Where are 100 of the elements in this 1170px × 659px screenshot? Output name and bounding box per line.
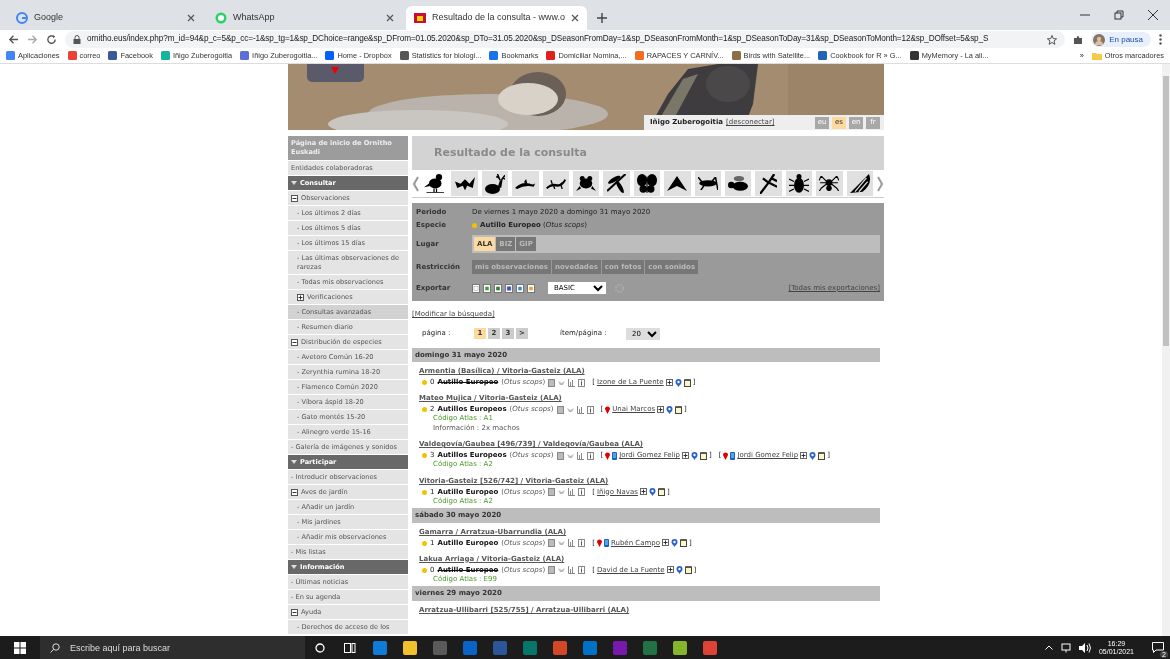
chart-icon[interactable] — [568, 539, 576, 547]
scrollbar-thumb[interactable] — [1163, 76, 1169, 346]
app-icon[interactable] — [403, 640, 417, 655]
page-title: Resultado de la consulta — [412, 136, 884, 170]
chevron-left-icon[interactable] — [412, 175, 420, 192]
notebook-icon[interactable] — [683, 378, 691, 387]
taxon-tab[interactable] — [754, 170, 783, 197]
chevron-right-icon[interactable] — [876, 175, 885, 192]
info-icon[interactable] — [578, 566, 586, 574]
document-icon[interactable] — [548, 566, 556, 574]
chart-icon[interactable] — [576, 405, 584, 414]
scrollbar[interactable] — [1162, 64, 1170, 636]
taxon-tab[interactable] — [663, 170, 692, 197]
info-icon[interactable] — [586, 405, 594, 414]
taxon-tab[interactable] — [845, 170, 875, 197]
star-icon[interactable] — [1047, 34, 1058, 45]
map-pin-icon[interactable] — [690, 451, 698, 460]
taxon-tab[interactable] — [632, 170, 662, 197]
notebook-icon[interactable] — [699, 451, 707, 460]
close-icon[interactable] — [386, 14, 394, 22]
notebook-icon[interactable] — [684, 566, 692, 574]
info-icon[interactable] — [578, 378, 586, 387]
document-icon[interactable] — [527, 283, 535, 293]
dolphin-icon — [515, 178, 536, 189]
address-bar[interactable]: ornitho.eus/index.php?m_id=94&p_c=5&p_cc=-1&sp_tg=1&sp_DChoice=range&sp_DFrom=01.05.2020&sp_DTo=31.05.2020&sp_DSeasonFromDay=1&sp_DSeasonFromMonth=1&sp_DSeasonToDay=31&sp_DSeasonToMonth=12&sp_DOffset=5&sp_S — [65, 31, 1066, 48]
info-icon[interactable] — [578, 488, 586, 496]
spider-icon — [819, 175, 840, 192]
plus-icon[interactable] — [639, 488, 647, 496]
taxon-tab[interactable] — [572, 170, 601, 197]
taxon-tab[interactable] — [541, 170, 571, 197]
collapse-icon[interactable] — [291, 195, 298, 202]
chart-icon[interactable] — [576, 451, 584, 460]
windows-icon[interactable] — [14, 641, 26, 654]
volume-icon[interactable] — [1078, 642, 1091, 653]
site-icon — [414, 12, 426, 24]
expand-icon[interactable] — [297, 294, 304, 301]
plus-icon[interactable] — [666, 566, 674, 574]
plus-icon[interactable] — [800, 451, 808, 460]
plus-icon[interactable] — [662, 539, 670, 547]
notebook-icon[interactable] — [680, 539, 688, 547]
browser-tab[interactable]: WhatsApp — [207, 6, 402, 30]
document-icon[interactable] — [548, 488, 556, 496]
task-view-icon[interactable] — [344, 642, 356, 653]
taxon-tab[interactable] — [693, 170, 723, 197]
caret-up-icon[interactable] — [1044, 645, 1053, 650]
close-icon[interactable] — [571, 14, 580, 22]
info-icon[interactable] — [586, 451, 594, 460]
chart-icon[interactable] — [568, 378, 576, 387]
browser-tab[interactable]: Resultado de la consulta - www.o — [406, 6, 588, 30]
plus-icon[interactable] — [665, 378, 673, 387]
document-icon[interactable] — [556, 451, 564, 460]
chart-icon[interactable] — [568, 488, 576, 496]
taxon-tab[interactable] — [450, 170, 479, 197]
search-bar[interactable]: Escribe aquí para buscar — [40, 636, 305, 659]
new-tab-icon[interactable] — [597, 13, 608, 23]
info-icon[interactable] — [578, 539, 586, 547]
restore-icon[interactable] — [1114, 10, 1124, 20]
notifications-icon[interactable] — [1152, 641, 1164, 653]
spreadsheet-icon[interactable] — [494, 283, 502, 293]
profile-button[interactable]: En pausa — [1091, 32, 1151, 47]
notebook-icon[interactable] — [818, 451, 826, 460]
taxon-tab[interactable] — [815, 170, 844, 197]
map-pin-icon[interactable] — [671, 539, 679, 547]
map-pin-icon[interactable] — [666, 405, 674, 414]
document-icon[interactable] — [472, 283, 480, 293]
taxon-tab[interactable] — [480, 170, 510, 197]
chart-icon[interactable] — [516, 283, 524, 293]
document-icon[interactable] — [548, 378, 556, 387]
close-icon[interactable] — [1148, 10, 1158, 20]
collapse-icon[interactable] — [291, 609, 298, 616]
circle-icon[interactable] — [315, 642, 325, 653]
map-pin-icon[interactable] — [675, 566, 683, 574]
close-icon[interactable] — [187, 14, 195, 22]
taxon-tab[interactable] — [724, 170, 753, 197]
spreadsheet-icon[interactable] — [483, 283, 491, 293]
back-icon[interactable] — [8, 34, 19, 45]
app-icon[interactable] — [673, 640, 687, 655]
taxon-tab[interactable] — [784, 170, 814, 197]
shell-icon — [849, 174, 870, 193]
network-icon[interactable] — [1060, 642, 1071, 653]
plus-icon[interactable] — [681, 451, 689, 460]
grasshopper-icon — [697, 176, 718, 191]
browser-tab[interactable]: Google — [8, 6, 203, 30]
collapse-icon[interactable] — [291, 339, 298, 346]
map-pin-icon[interactable] — [648, 488, 656, 496]
taxon-tab[interactable] — [511, 170, 540, 197]
taxon-tab[interactable] — [602, 170, 631, 197]
reload-icon[interactable] — [46, 34, 57, 45]
notebook-icon[interactable] — [657, 488, 665, 496]
notebook-icon[interactable] — [675, 405, 683, 414]
chart-icon[interactable] — [568, 566, 576, 574]
map-pin-icon[interactable] — [674, 378, 682, 387]
menu-icon[interactable] — [1159, 34, 1162, 45]
map-pin-icon[interactable] — [809, 451, 817, 460]
document-icon[interactable] — [556, 405, 564, 414]
collapse-icon[interactable] — [291, 489, 298, 496]
plus-icon[interactable] — [657, 405, 665, 414]
marker-icon — [331, 67, 339, 74]
globe-icon[interactable] — [505, 283, 513, 293]
document-icon[interactable] — [548, 539, 556, 547]
